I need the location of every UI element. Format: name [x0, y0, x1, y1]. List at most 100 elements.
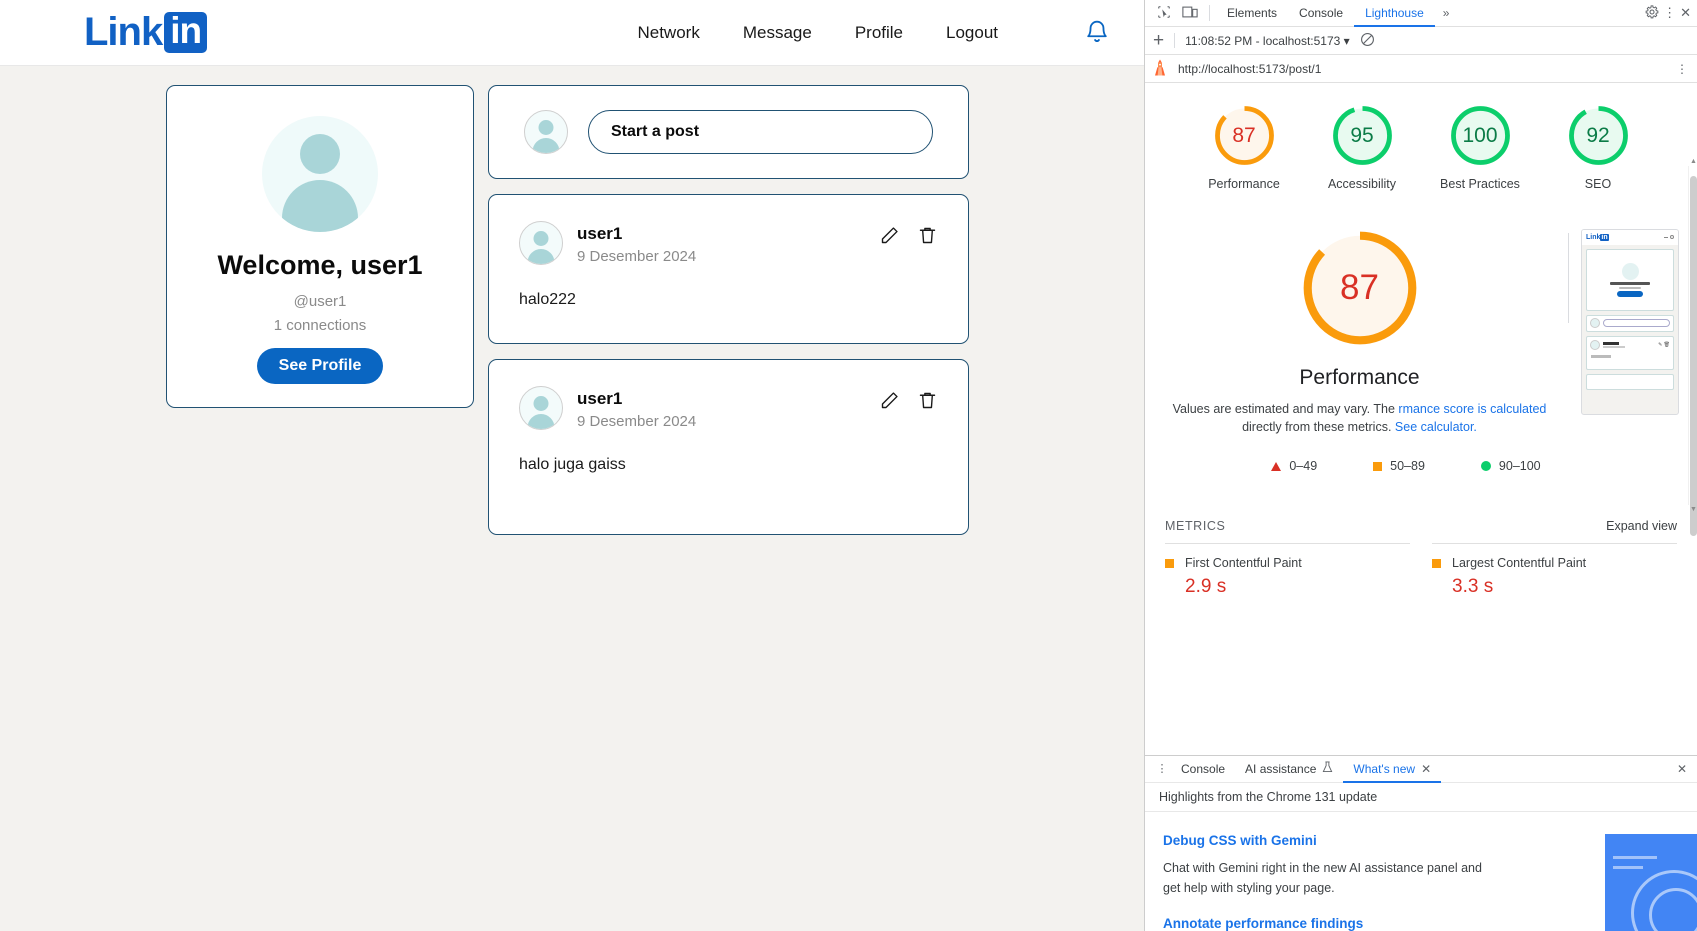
gauge-performance[interactable]: 87 Performance [1198, 104, 1290, 193]
trash-icon[interactable] [917, 390, 938, 411]
composer-avatar [524, 110, 568, 154]
logo-text-link: Link [84, 10, 163, 54]
gauge-score: 100 [1462, 123, 1498, 147]
more-vertical-icon[interactable]: ⋮ [1153, 763, 1171, 775]
scroll-up-arrow[interactable]: ▲ [1689, 157, 1697, 166]
whats-new-subtitle: Highlights from the Chrome 131 update [1145, 783, 1697, 813]
gauge-best-practices[interactable]: 100 Best Practices [1434, 104, 1526, 193]
drawer-tab-ai-assistance[interactable]: AI assistance [1235, 756, 1343, 783]
run-select-dropdown[interactable]: 11:08:52 PM - localhost:5173 ▾ [1185, 34, 1350, 48]
devtools-tabbar: Elements Console Lighthouse » ⋮ ✕ [1145, 0, 1697, 27]
metric-label: First Contentful Paint [1185, 556, 1302, 571]
score-legend: 0–49 50–89 90–100 [1145, 437, 1685, 473]
gauge-score: 87 [1232, 123, 1256, 147]
lighthouse-report: 87 Performance 95 Accessibility 100 Best… [1145, 83, 1697, 755]
whats-new-content: Debug CSS with Gemini Chat with Gemini r… [1145, 812, 1697, 931]
profile-connections: 1 connections [273, 317, 367, 334]
tab-elements[interactable]: Elements [1216, 0, 1288, 27]
lighthouse-scrollbar[interactable]: ▲ ▼ [1688, 158, 1697, 536]
scrollbar-thumb[interactable] [1690, 176, 1697, 536]
scroll-down-arrow[interactable]: ▼ [1689, 505, 1697, 514]
start-post-input[interactable] [588, 110, 933, 154]
gauge-label: Accessibility [1327, 177, 1397, 191]
divider [1568, 232, 1569, 323]
clear-icon[interactable] [1360, 32, 1375, 50]
metric-first-contentful-paint[interactable]: First Contentful Paint 2.9 s [1165, 543, 1410, 598]
metric-largest-contentful-paint[interactable]: Largest Contentful Paint 3.3 s [1432, 543, 1677, 598]
tab-lighthouse[interactable]: Lighthouse [1354, 0, 1435, 27]
legend-fail: 0–49 [1271, 459, 1317, 473]
see-profile-button[interactable]: See Profile [256, 348, 384, 384]
triangle-icon [1271, 461, 1282, 471]
pencil-icon[interactable] [879, 390, 900, 411]
gear-icon[interactable] [1645, 4, 1659, 22]
tab-console[interactable]: Console [1288, 0, 1354, 27]
desc-pre: Values are estimated and may vary. The [1172, 401, 1399, 416]
lighthouse-icon [1153, 59, 1167, 79]
post-date: 9 Desember 2024 [577, 247, 697, 265]
metrics-title: METRICS [1165, 519, 1226, 534]
more-vertical-icon[interactable]: ⋮ [1663, 5, 1676, 21]
gauge-label: Performance [1208, 177, 1280, 191]
see-calculator-link[interactable]: See calculator. [1395, 420, 1477, 434]
logo-text-in: in [164, 12, 208, 53]
post-card: user1 9 Desember 2024 [488, 358, 969, 535]
lighthouse-subbar: + 11:08:52 PM - localhost:5173 ▾ [1145, 27, 1697, 55]
nav-link-logout[interactable]: Logout [946, 23, 998, 43]
page-content: Welcome, user1 @user1 1 connections See … [0, 66, 1144, 535]
more-tabs-icon[interactable]: » [1435, 6, 1458, 20]
post-author-name: user1 [577, 224, 623, 243]
performance-score-link[interactable]: rmance score is calculated [1398, 402, 1546, 416]
performance-big-score: 87 [1340, 267, 1379, 307]
metrics-header: METRICS Expand view [1157, 473, 1685, 533]
legend-pass: 90–100 [1480, 459, 1541, 473]
performance-gauge-block: 87 Performance Values are estimated and … [1163, 227, 1556, 438]
nav-links: Network Message Profile Logout [637, 19, 1110, 47]
whats-new-illustration [1605, 834, 1697, 931]
lighthouse-url-bar: http://localhost:5173/post/1 ⋮ [1145, 55, 1697, 83]
whats-new-text: Chat with Gemini right in the new AI ass… [1163, 861, 1482, 895]
gauge-score: 95 [1350, 123, 1374, 147]
gauge-seo[interactable]: 92 SEO [1552, 104, 1644, 193]
gauge-score: 92 [1586, 123, 1610, 147]
pencil-icon[interactable] [879, 225, 900, 246]
devtools-drawer: ⋮ Console AI assistance What's new ✕ ✕ H… [1145, 755, 1697, 931]
whats-new-heading[interactable]: Debug CSS with Gemini [1163, 833, 1679, 848]
score-gauges: 87 Performance 95 Accessibility 100 Best… [1157, 83, 1685, 193]
desc-mid: directly from these metrics. [1242, 420, 1395, 435]
lighthouse-url: http://localhost:5173/post/1 [1178, 61, 1322, 76]
post-author-avatar [519, 221, 563, 265]
gauge-label: SEO [1584, 177, 1612, 191]
post-composer-card [488, 85, 969, 179]
post-actions [879, 386, 938, 411]
close-drawer-icon[interactable]: ✕ [1677, 762, 1697, 776]
nav-link-message[interactable]: Message [743, 23, 812, 43]
whats-new-heading[interactable]: Annotate performance findings [1163, 916, 1679, 931]
device-toolbar-icon[interactable] [1177, 5, 1203, 22]
drawer-tab-console[interactable]: Console [1171, 756, 1235, 783]
metric-value: 2.9 s [1185, 576, 1227, 598]
page-screenshot-thumbnail: Linkin ✎ 🗑 [1581, 228, 1679, 415]
new-lighthouse-run-button[interactable]: + [1153, 31, 1164, 50]
close-icon[interactable]: ✕ [1421, 756, 1431, 783]
trash-icon[interactable] [917, 225, 938, 246]
nav-link-network[interactable]: Network [637, 23, 699, 43]
square-icon [1432, 558, 1441, 568]
performance-summary: 87 Performance Values are estimated and … [1157, 193, 1685, 438]
notification-bell-icon[interactable] [1084, 19, 1110, 47]
inspect-element-icon[interactable] [1151, 5, 1177, 22]
post-date: 9 Desember 2024 [577, 412, 697, 430]
nav-link-profile[interactable]: Profile [855, 23, 903, 43]
post-author-avatar [519, 385, 563, 430]
site-logo[interactable]: Link in [84, 10, 208, 55]
close-icon[interactable]: ✕ [1680, 5, 1691, 21]
flask-icon [1322, 756, 1333, 783]
post-body: halo juga gaiss [519, 455, 626, 473]
post-author-name: user1 [577, 388, 623, 408]
devtools-panel: Elements Console Lighthouse » ⋮ ✕ + 11:0… [1144, 0, 1697, 931]
more-vertical-icon[interactable]: ⋮ [1676, 62, 1689, 76]
gauge-accessibility[interactable]: 95 Accessibility [1316, 104, 1408, 193]
expand-view-button[interactable]: Expand view [1606, 519, 1677, 533]
post-header: user1 9 Desember 2024 [519, 385, 938, 432]
drawer-tab-whats-new[interactable]: What's new ✕ [1343, 756, 1441, 783]
